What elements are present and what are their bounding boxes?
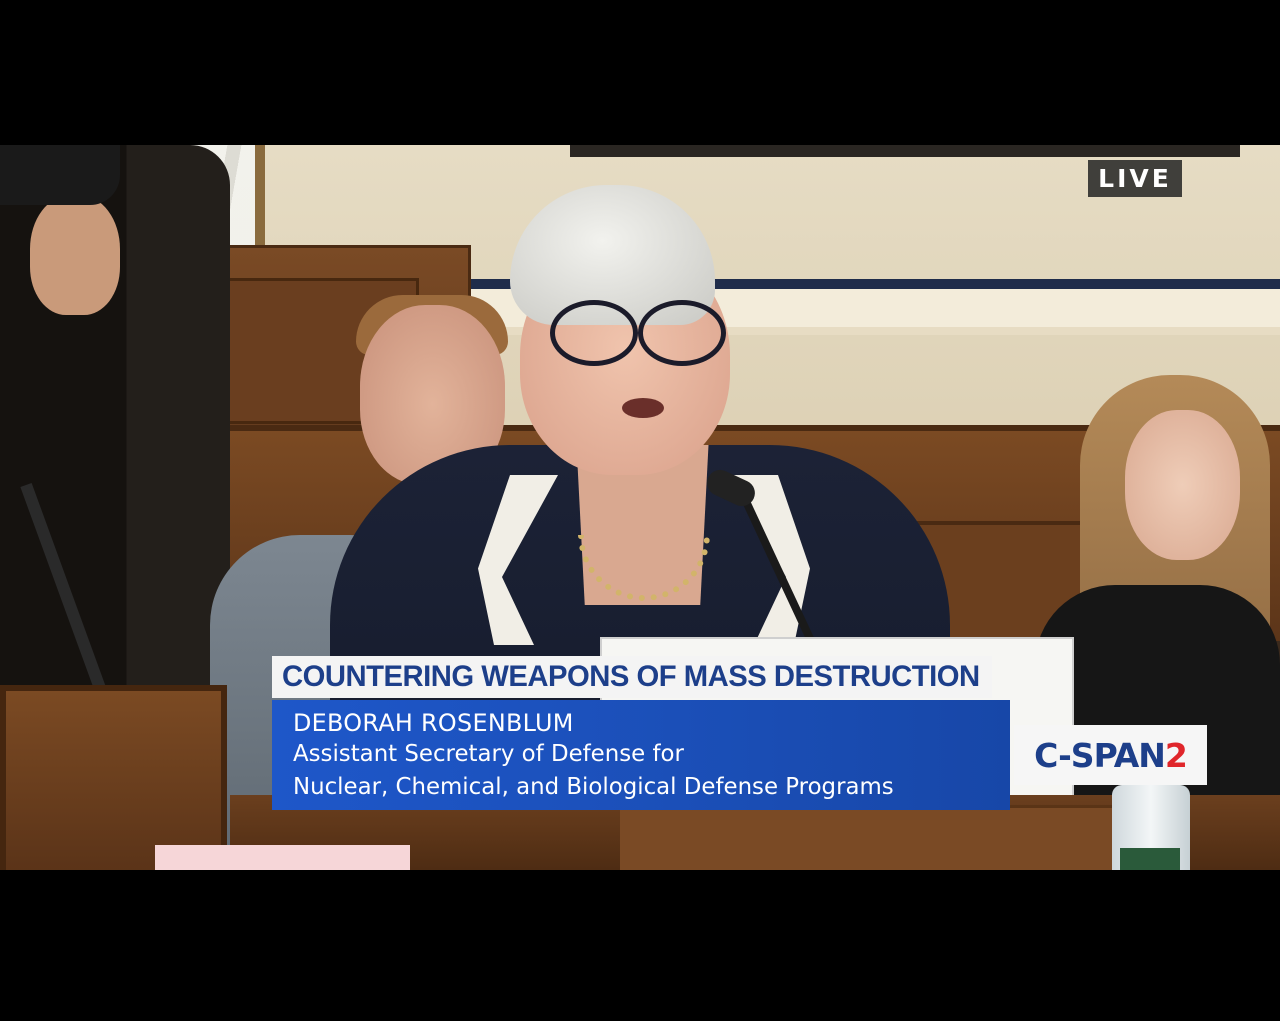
speaker-title-line1: Assistant Secretary of Defense for [293,741,684,767]
video-frame[interactable]: LIVE COUNTERING WEAPONS OF MASS DESTRUCT… [0,145,1280,870]
channel-brand: C-SPAN [1034,735,1166,775]
desk-block [620,805,1120,870]
speaker-mouth [622,398,664,418]
water-bottle [1112,785,1190,870]
seated-woman-face [1125,410,1240,560]
segment-title: COUNTERING WEAPONS OF MASS DESTRUCTION [272,656,992,698]
flag-pole [255,145,265,255]
channel-number: 2 [1164,735,1188,775]
camera-operator-head [30,195,120,315]
speaker-title-line2: Nuclear, Chemical, and Biological Defens… [293,774,894,800]
live-badge: LIVE [1088,160,1182,197]
video-player[interactable]: LIVE COUNTERING WEAPONS OF MASS DESTRUCT… [0,0,1280,1021]
channel-logo: C-SPAN 2 [1014,725,1207,785]
wooden-chair [0,685,227,870]
speaker-name: DEBORAH ROSENBLUM [293,709,574,737]
speaker-info-box: DEBORAH ROSENBLUM Assistant Secretary of… [272,700,1010,810]
pink-paper [155,845,410,870]
ceiling-beam [570,145,1240,157]
camera [0,145,120,205]
speaker-glasses [538,300,728,366]
